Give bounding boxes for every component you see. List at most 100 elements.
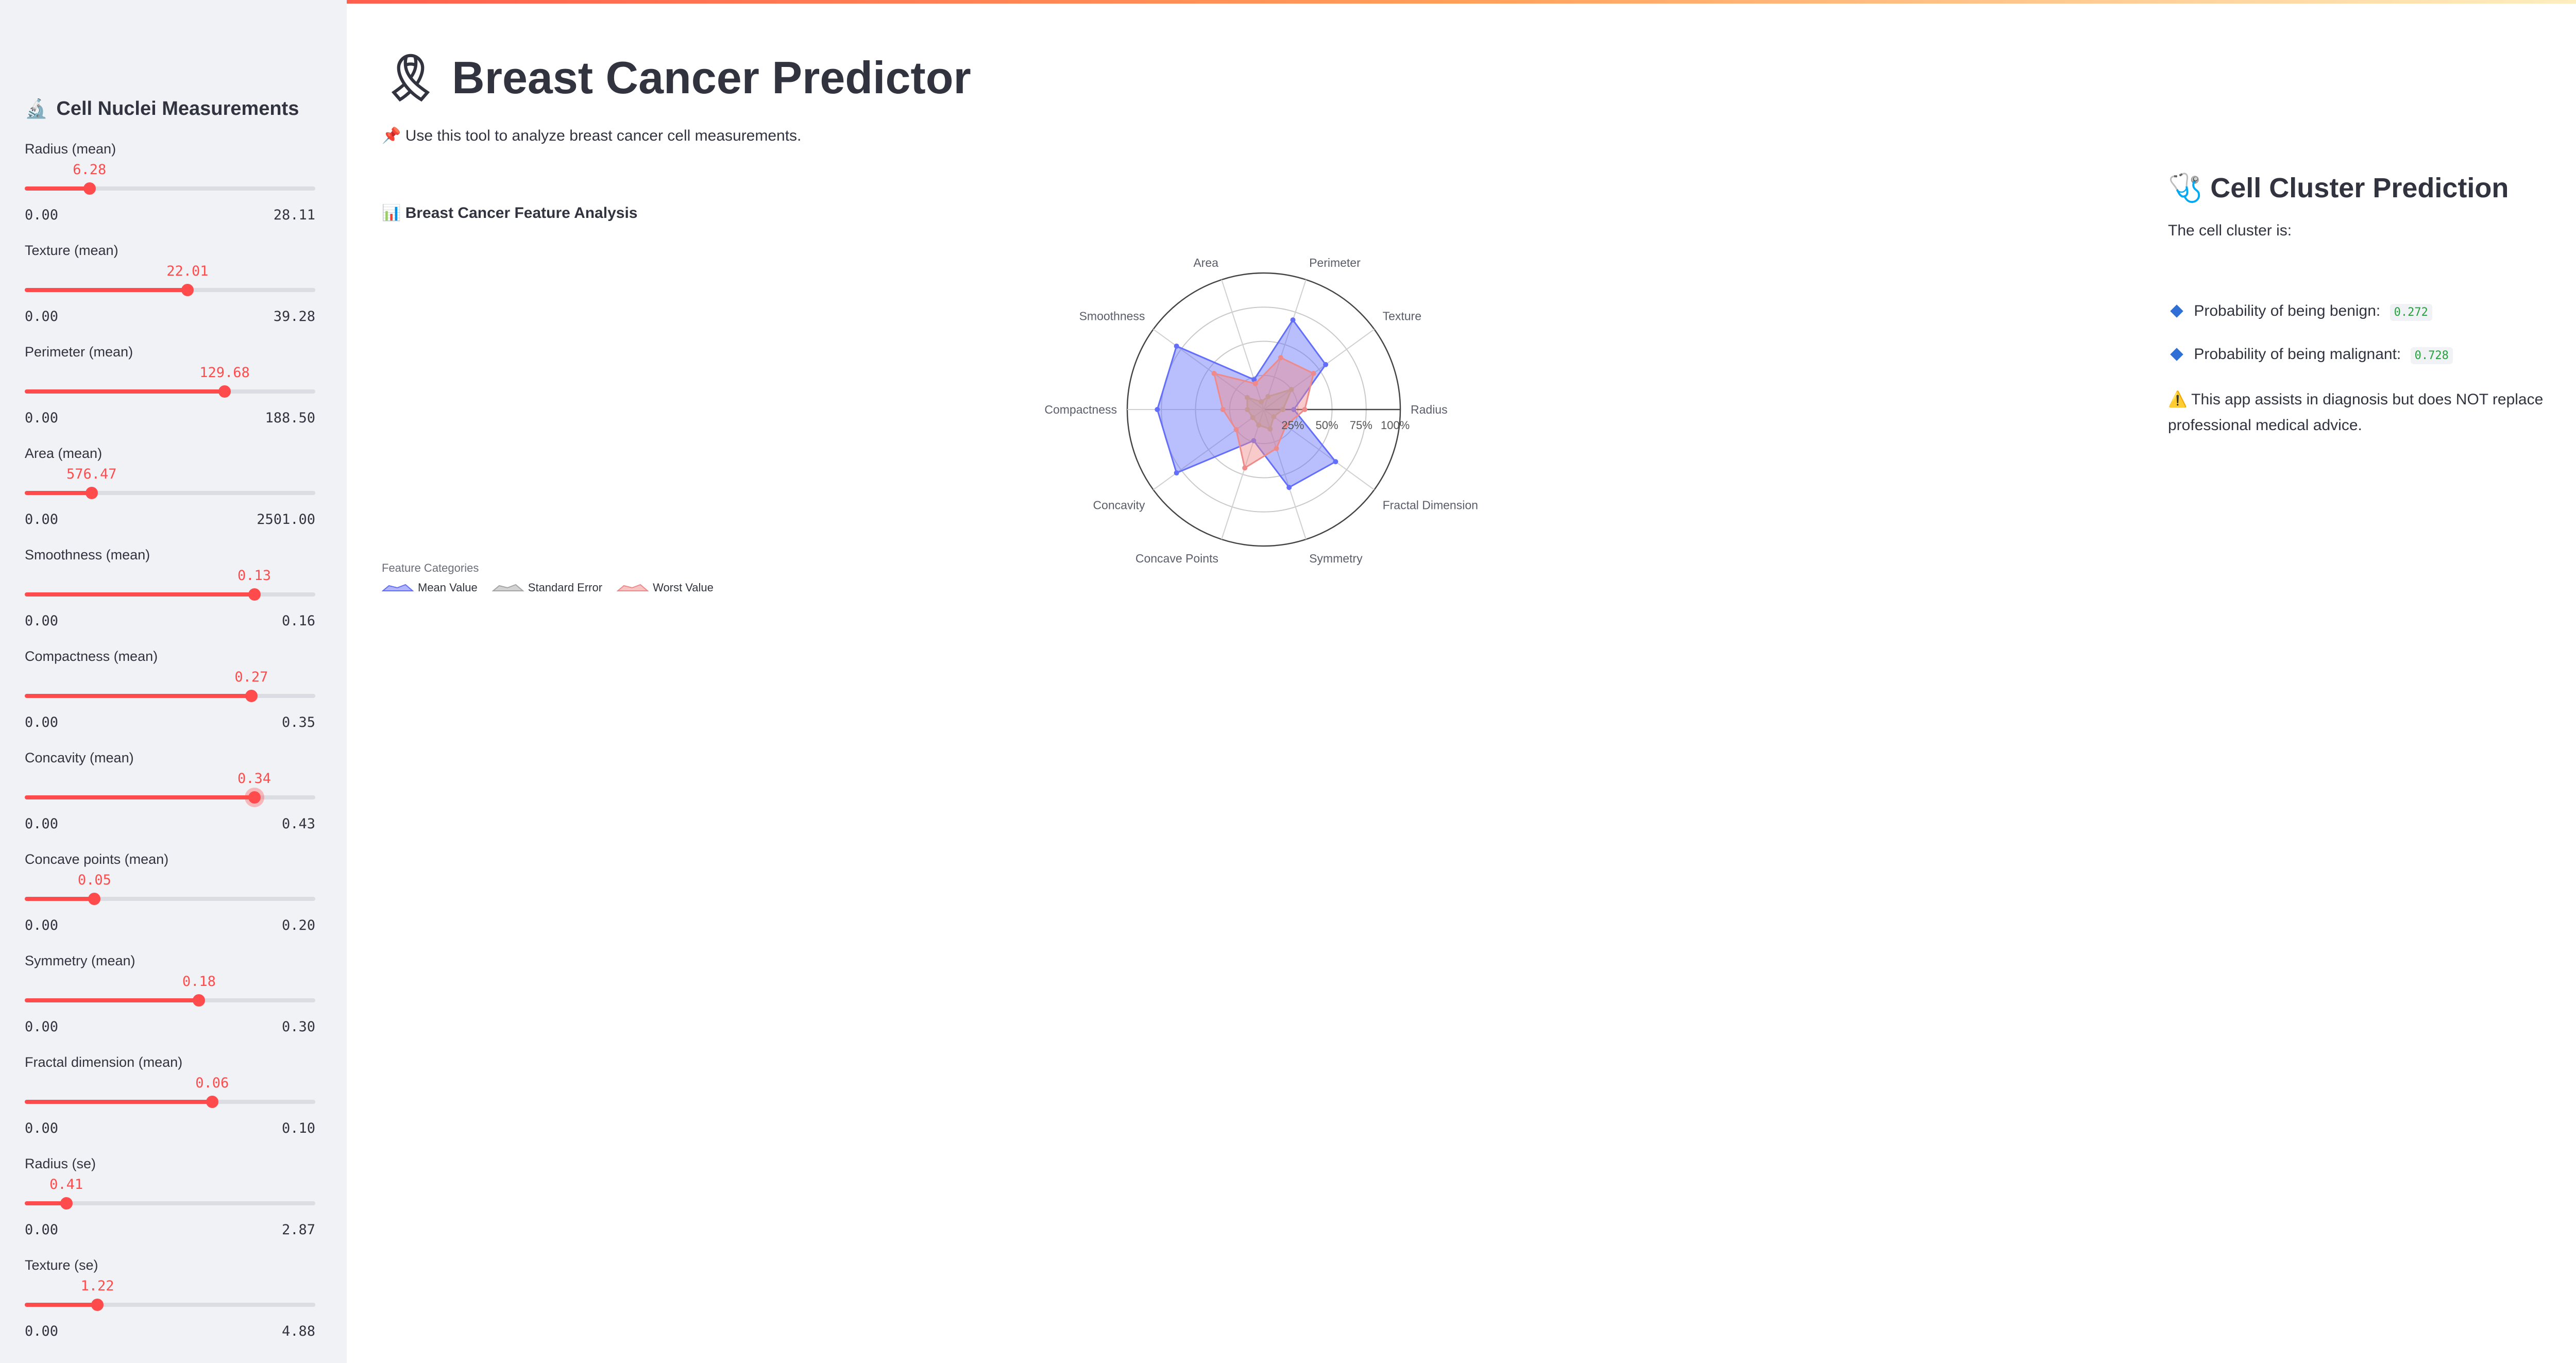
- slider-symmetry-mean[interactable]: Symmetry (mean) 0.18 0.00 0.30: [25, 953, 315, 1041]
- slider-max-value: 0.35: [281, 714, 315, 730]
- slider-max-value: 0.10: [281, 1120, 315, 1136]
- slider-thumb[interactable]: [248, 588, 261, 601]
- radar-chart[interactable]: 25% 50% 75% 100%Radius Texture Perimeter Area S…: [1030, 242, 1525, 582]
- slider-fill: [25, 592, 255, 597]
- slider-thumb[interactable]: [206, 1096, 218, 1108]
- slider-texture-se[interactable]: Texture (se) 1.22 0.00 4.88: [25, 1257, 315, 1345]
- slider-min-value: 0.00: [25, 309, 59, 325]
- malignant-probability-label: Probability of being malignant:: [2194, 346, 2401, 363]
- benign-probability: Probability of being benign: 0.272: [2168, 302, 2560, 321]
- legend-title: Feature Categories: [382, 561, 479, 574]
- radar-axis-label: Smoothness: [1079, 309, 1145, 322]
- slider-smoothness-mean[interactable]: Smoothness (mean) 0.13 0.00 0.16: [25, 547, 315, 635]
- slider-concavity-mean[interactable]: Concavity (mean) 0.34 0.00 0.43: [25, 750, 315, 838]
- slider-max-value: 0.16: [281, 613, 315, 629]
- slider-value: 22.01: [166, 263, 209, 279]
- slider-value: 0.34: [238, 771, 272, 787]
- slider-track[interactable]: [25, 186, 315, 191]
- page-title-text: Breast Cancer Predictor: [452, 52, 971, 103]
- slider-label: Texture (se): [25, 1257, 98, 1273]
- radar-point: [1174, 343, 1179, 349]
- slider-track[interactable]: [25, 1303, 315, 1307]
- radar-point: [1174, 470, 1179, 476]
- legend-item-mean-value[interactable]: Mean Value: [382, 581, 478, 594]
- slider-value: 0.41: [49, 1177, 83, 1192]
- radar-point: [1290, 317, 1296, 323]
- radar-point: [1242, 465, 1248, 471]
- slider-track[interactable]: [25, 897, 315, 901]
- slider-thumb[interactable]: [193, 994, 206, 1007]
- radar-tick-label: 25%: [1281, 419, 1304, 432]
- sidebar-title-text: Cell Nuclei Measurements: [56, 98, 299, 120]
- prediction-panel: 🩺 Cell Cluster Prediction The cell clust…: [2168, 172, 2560, 438]
- slider-max-value: 39.28: [273, 309, 315, 325]
- radar-point: [1252, 381, 1258, 386]
- slider-track[interactable]: [25, 694, 315, 698]
- slider-thumb[interactable]: [88, 893, 101, 905]
- slider-label: Symmetry (mean): [25, 953, 135, 968]
- slider-label: Fractal dimension (mean): [25, 1054, 183, 1070]
- slider-label: Perimeter (mean): [25, 344, 133, 360]
- radar-point: [1278, 355, 1283, 361]
- slider-thumb[interactable]: [248, 791, 261, 804]
- slider-thumb[interactable]: [181, 284, 194, 296]
- slider-track[interactable]: [25, 389, 315, 394]
- slider-value: 0.05: [77, 872, 111, 888]
- page-subtitle: 📌 Use this tool to analyze breast cancer…: [382, 127, 801, 145]
- slider-min-value: 0.00: [25, 816, 59, 832]
- slider-track[interactable]: [25, 795, 315, 799]
- slider-track[interactable]: [25, 998, 315, 1002]
- slider-radius-se[interactable]: Radius (se) 0.41 0.00 2.87: [25, 1156, 315, 1243]
- slider-thumb[interactable]: [85, 487, 98, 499]
- slider-concave-points-mean[interactable]: Concave points (mean) 0.05 0.00 0.20: [25, 851, 315, 939]
- slider-label: Compactness (mean): [25, 649, 158, 664]
- slider-min-value: 0.00: [25, 1019, 59, 1035]
- malignant-probability: Probability of being malignant: 0.728: [2168, 346, 2560, 364]
- slider-value: 576.47: [66, 466, 117, 482]
- slider-radius-mean[interactable]: Radius (mean) 6.28 0.00 28.11: [25, 141, 315, 229]
- slider-value: 6.28: [73, 162, 107, 178]
- legend-label: Worst Value: [653, 581, 714, 594]
- slider-fill: [25, 288, 188, 292]
- slider-max-value: 2501.00: [257, 512, 315, 527]
- warning-icon: ⚠️: [2168, 391, 2188, 408]
- slider-thumb[interactable]: [245, 690, 258, 702]
- slider-thumb[interactable]: [91, 1299, 104, 1311]
- radar-axis-label: Compactness: [1044, 403, 1117, 416]
- slider-perimeter-mean[interactable]: Perimeter (mean) 129.68 0.00 188.50: [25, 344, 315, 432]
- slider-thumb[interactable]: [83, 182, 96, 195]
- prediction-intro: The cell cluster is:: [2168, 222, 2292, 239]
- slider-fill: [25, 1100, 212, 1104]
- slider-track[interactable]: [25, 288, 315, 292]
- chart-legend: Feature Categories Mean Value Standard Er…: [382, 561, 714, 594]
- slider-label: Area (mean): [25, 446, 103, 461]
- radar-tick-label: 75%: [1350, 419, 1372, 432]
- legend-item-standard-error[interactable]: Standard Error: [492, 581, 602, 594]
- pushpin-icon: 📌: [382, 127, 401, 144]
- disclaimer-text: This app assists in diagnosis but does N…: [2168, 391, 2544, 434]
- radar-point: [1220, 407, 1226, 412]
- slider-fractal-dimension-mean[interactable]: Fractal dimension (mean) 0.06 0.00 0.10: [25, 1054, 315, 1142]
- bar-chart-icon: 📊: [382, 205, 401, 222]
- slider-label: Radius (mean): [25, 141, 116, 157]
- slider-compactness-mean[interactable]: Compactness (mean) 0.27 0.00 0.35: [25, 649, 315, 736]
- slider-label: Concavity (mean): [25, 750, 134, 765]
- slider-fill: [25, 186, 90, 191]
- slider-thumb[interactable]: [218, 385, 231, 398]
- blue-diamond-icon: [2170, 348, 2183, 361]
- slider-area-mean[interactable]: Area (mean) 576.47 0.00 2501.00: [25, 446, 315, 533]
- slider-fill: [25, 694, 251, 698]
- slider-max-value: 0.20: [281, 917, 315, 933]
- slider-track[interactable]: [25, 1100, 315, 1104]
- slider-value: 0.13: [238, 568, 272, 584]
- prediction-title-text: Cell Cluster Prediction: [2210, 173, 2509, 203]
- slider-track[interactable]: [25, 592, 315, 597]
- slider-fill: [25, 897, 95, 901]
- page-title: 🎗 Breast Cancer Predictor: [382, 52, 971, 105]
- slider-thumb[interactable]: [60, 1197, 73, 1209]
- slider-texture-mean[interactable]: Texture (mean) 22.01 0.00 39.28: [25, 243, 315, 330]
- slider-max-value: 0.43: [281, 816, 315, 832]
- microscope-icon: 🔬: [25, 98, 48, 119]
- legend-item-worst-value[interactable]: Worst Value: [617, 581, 714, 594]
- slider-track[interactable]: [25, 491, 315, 495]
